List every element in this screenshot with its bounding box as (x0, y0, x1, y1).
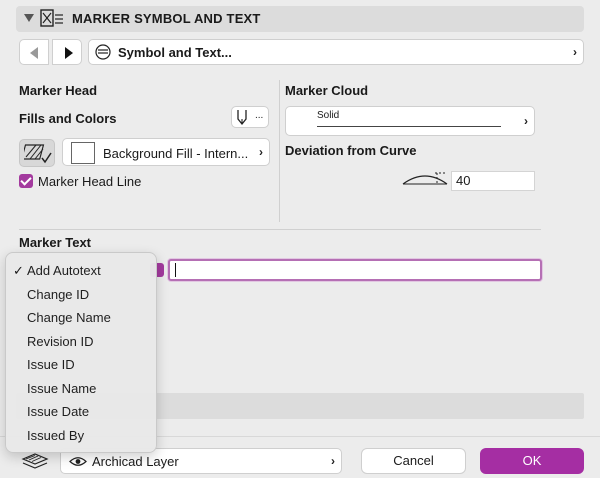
chevron-right-icon: › (524, 114, 528, 128)
cloud-line-type-selector[interactable]: Solid › (285, 106, 535, 136)
marker-symbol-icon (40, 9, 64, 29)
ok-button[interactable]: OK (480, 448, 584, 474)
line-type-label: Solid (317, 110, 340, 121)
autotext-menu: ✓ Add Autotext Change ID Change Name Rev… (5, 252, 157, 453)
marker-head-line-checkbox[interactable] (19, 174, 33, 188)
menu-item-add-autotext[interactable]: Add Autotext (27, 263, 101, 278)
eye-icon (69, 457, 87, 466)
marker-cloud-label: Marker Cloud (285, 83, 369, 98)
chevron-right-icon: › (259, 145, 263, 159)
chevron-right-icon: › (573, 45, 577, 59)
page-selector[interactable]: Symbol and Text... › (88, 39, 584, 65)
deviation-input[interactable]: 40 (451, 171, 535, 191)
marker-text-input[interactable] (168, 259, 542, 281)
fill-color-swatch (71, 142, 95, 164)
menu-item-issued-by[interactable]: Issued By (27, 428, 84, 443)
marker-text-label: Marker Text (19, 235, 92, 250)
menu-item-issue-date[interactable]: Issue Date (27, 404, 89, 419)
previous-page-button[interactable] (19, 39, 49, 65)
menu-item-revision-id[interactable]: Revision ID (27, 334, 93, 349)
panel-title: MARKER SYMBOL AND TEXT (72, 11, 261, 26)
pen-settings-ellipsis: ... (255, 110, 264, 121)
layer-label: Archicad Layer (92, 454, 179, 469)
pen-settings-button[interactable]: ... (231, 106, 269, 128)
background-fill-selector[interactable]: Background Fill - Intern... › (62, 138, 270, 166)
column-divider (279, 80, 280, 222)
menu-item-change-name[interactable]: Change Name (27, 310, 111, 325)
menu-item-issue-id[interactable]: Issue ID (27, 357, 75, 372)
fills-and-colors-label: Fills and Colors (19, 111, 117, 126)
checkmark-icon: ✓ (13, 263, 24, 278)
layer-stack-icon (21, 453, 49, 469)
marker-head-line-label: Marker Head Line (38, 174, 142, 189)
page-selector-label: Symbol and Text... (118, 45, 232, 60)
next-page-button[interactable] (52, 39, 82, 65)
section-divider (19, 229, 541, 230)
fill-pattern-button[interactable] (19, 139, 55, 167)
fill-pattern-icon (24, 144, 52, 164)
background-fill-label: Background Fill - Intern... (103, 146, 249, 161)
forward-arrow-icon (65, 47, 73, 59)
disclosure-triangle-icon[interactable] (24, 14, 34, 22)
menu-item-issue-name[interactable]: Issue Name (27, 381, 96, 396)
menu-item-change-id[interactable]: Change ID (27, 287, 89, 302)
cloud-curve-icon (402, 172, 448, 185)
marker-head-label: Marker Head (19, 83, 98, 98)
back-arrow-icon (30, 47, 38, 59)
line-type-preview (317, 126, 501, 127)
page-list-icon (95, 44, 111, 60)
cancel-button[interactable]: Cancel (361, 448, 466, 474)
text-caret (175, 263, 176, 277)
chevron-right-icon: › (331, 454, 335, 468)
pen-icon (237, 110, 247, 126)
deviation-from-curve-label: Deviation from Curve (285, 143, 417, 158)
